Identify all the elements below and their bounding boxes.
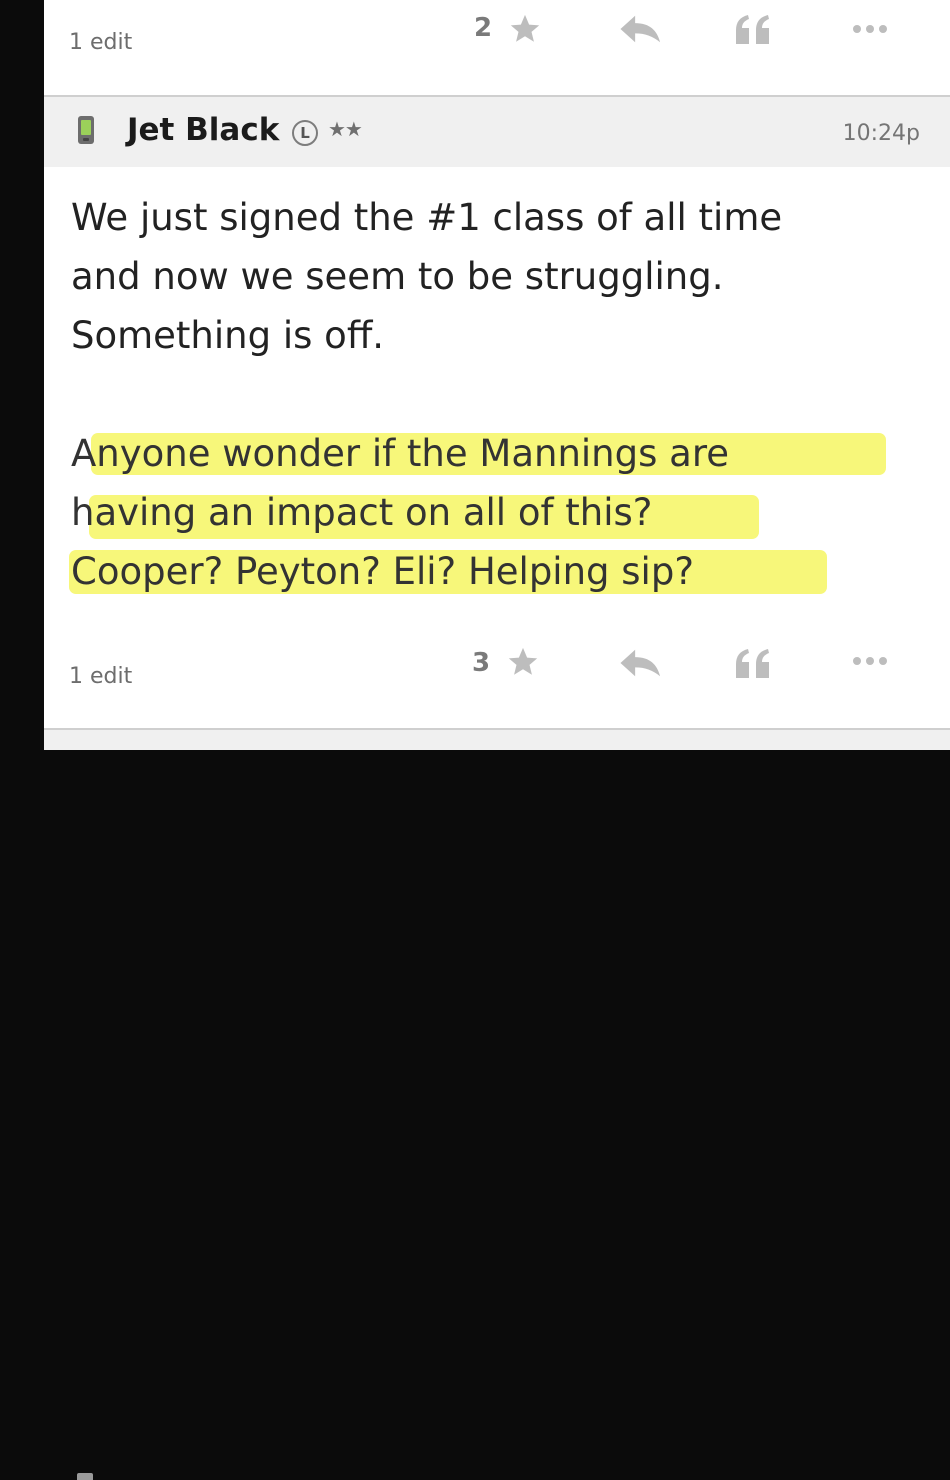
rank-stars: ★★	[328, 117, 363, 141]
phone-icon	[78, 116, 94, 144]
user-badge: L	[292, 120, 318, 146]
post-line: We just signed the #1 class of all time	[71, 196, 783, 239]
reply-icon[interactable]	[619, 14, 663, 44]
post-score: 3	[472, 648, 491, 678]
reply-icon[interactable]	[619, 648, 663, 678]
author-name[interactable]: Jet Black	[127, 112, 279, 148]
post-paragraph: We just signed the #1 class of all time …	[71, 188, 931, 365]
post-time: 10:24p	[842, 121, 920, 146]
star-icon[interactable]	[505, 645, 541, 679]
star-icon[interactable]	[507, 12, 543, 46]
edit-count-link[interactable]: 1 edit	[69, 664, 132, 689]
post-body: We just signed the #1 class of all time …	[69, 188, 931, 601]
more-icon[interactable]	[852, 24, 888, 34]
post-score: 2	[474, 13, 493, 43]
post-line: and now we seem to be struggling.	[71, 255, 724, 298]
highlighted-line: Anyone wonder if the Mannings are	[71, 424, 931, 483]
next-post-header	[44, 730, 950, 1480]
post-header: Jet Black L ★★ 10:24p	[44, 97, 950, 167]
phone-icon	[77, 1473, 93, 1480]
previous-post-footer: 1 edit 2	[44, 0, 950, 95]
highlighted-line: having an impact on all of this?	[71, 483, 931, 542]
quote-icon[interactable]	[734, 648, 774, 680]
highlighted-paragraph: Anyone wonder if the Mannings are having…	[69, 424, 931, 601]
highlighted-line: Cooper? Peyton? Eli? Helping sip?	[69, 542, 931, 601]
quote-icon[interactable]	[734, 14, 774, 46]
thread-card: 1 edit 2 Jet Black L ★★ 10:24p We just s…	[44, 0, 950, 1480]
edit-count-link[interactable]: 1 edit	[69, 30, 132, 55]
more-icon[interactable]	[852, 656, 888, 666]
post-line: Something is off.	[71, 314, 385, 357]
